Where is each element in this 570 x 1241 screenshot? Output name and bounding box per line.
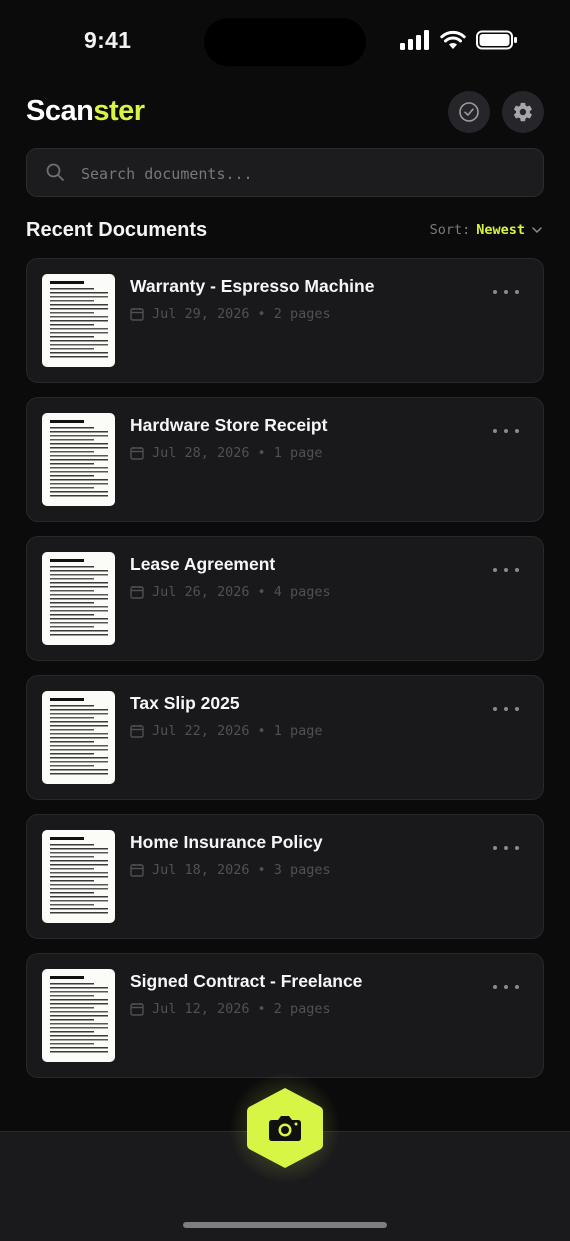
logo-part-2: ster [93, 95, 145, 127]
document-card[interactable]: Signed Contract - Freelance Jul 12, 2026… [26, 953, 544, 1078]
document-thumbnail [42, 691, 115, 784]
document-thumbnail [42, 552, 115, 645]
document-title: Home Insurance Policy [130, 832, 323, 852]
document-title: Signed Contract - Freelance [130, 971, 363, 991]
document-card[interactable]: Lease Agreement Jul 26, 2026 • 4 pages [26, 536, 544, 661]
document-pages: 3 pages [273, 862, 331, 878]
sort-label: Sort: [429, 222, 471, 238]
search-bar[interactable] [26, 148, 544, 198]
cellular-signal-icon [400, 30, 429, 50]
document-pages: 4 pages [273, 584, 331, 600]
document-date: Jul 12, 2026 [152, 1001, 250, 1017]
meta-separator: • [257, 723, 266, 739]
document-thumbnail [42, 969, 115, 1062]
more-options-button[interactable] [493, 980, 519, 994]
document-card[interactable]: Tax Slip 2025 Jul 22, 2026 • 1 page [26, 675, 544, 800]
home-indicator [183, 1222, 387, 1228]
document-date: Jul 29, 2026 [152, 306, 250, 322]
dynamic-island [204, 18, 366, 66]
more-options-button[interactable] [493, 841, 519, 855]
more-options-button[interactable] [493, 285, 519, 299]
section-title: Recent Documents [26, 219, 208, 241]
document-pages: 1 page [273, 445, 323, 461]
search-input[interactable] [79, 149, 523, 198]
document-meta: Jul 26, 2026 • 4 pages [130, 584, 331, 600]
search-icon [46, 163, 64, 181]
calendar-icon [130, 725, 144, 738]
more-horizontal-icon [493, 429, 497, 433]
logo-part-1: Scan [26, 95, 94, 127]
sort-dropdown[interactable]: Sort: Newest [430, 222, 543, 238]
document-meta: Jul 29, 2026 • 2 pages [130, 306, 331, 322]
document-pages: 1 page [273, 723, 323, 739]
more-horizontal-icon [493, 846, 497, 850]
check-circle-icon [459, 102, 479, 122]
settings-button[interactable] [502, 91, 544, 133]
gear-icon [513, 102, 532, 122]
more-options-button[interactable] [493, 424, 519, 438]
document-meta: Jul 28, 2026 • 1 page [130, 445, 322, 461]
document-meta: Jul 22, 2026 • 1 page [130, 723, 322, 739]
document-title: Tax Slip 2025 [130, 693, 240, 713]
document-card[interactable]: Warranty - Espresso Machine Jul 29, 2026… [26, 258, 544, 383]
document-thumbnail [42, 830, 115, 923]
calendar-icon [130, 586, 144, 599]
document-list: Warranty - Espresso Machine Jul 29, 2026… [26, 258, 544, 1092]
document-date: Jul 26, 2026 [152, 584, 250, 600]
calendar-icon [130, 447, 144, 460]
document-card[interactable]: Hardware Store Receipt Jul 28, 2026 • 1 … [26, 397, 544, 522]
document-meta: Jul 18, 2026 • 3 pages [130, 862, 331, 878]
meta-separator: • [257, 445, 266, 461]
battery-icon [476, 30, 517, 50]
more-horizontal-icon [493, 568, 497, 572]
calendar-icon [130, 864, 144, 877]
more-options-button[interactable] [493, 563, 519, 577]
status-icons [400, 30, 518, 50]
wifi-icon [440, 30, 466, 49]
meta-separator: • [257, 584, 266, 600]
meta-separator: • [257, 306, 266, 322]
document-date: Jul 22, 2026 [152, 723, 250, 739]
document-meta: Jul 12, 2026 • 2 pages [130, 1001, 331, 1017]
document-card[interactable]: Home Insurance Policy Jul 18, 2026 • 3 p… [26, 814, 544, 939]
more-horizontal-icon [493, 985, 497, 989]
document-pages: 2 pages [273, 306, 331, 322]
sort-value: Newest [476, 222, 525, 238]
document-thumbnail [42, 413, 115, 506]
calendar-icon [130, 308, 144, 321]
more-options-button[interactable] [493, 702, 519, 716]
status-time: 9:41 [84, 27, 132, 53]
meta-separator: • [257, 1001, 266, 1017]
document-date: Jul 28, 2026 [152, 445, 250, 461]
meta-separator: • [257, 862, 266, 878]
document-date: Jul 18, 2026 [152, 862, 250, 878]
document-pages: 2 pages [273, 1001, 331, 1017]
more-horizontal-icon [493, 290, 497, 294]
chevron-down-icon [532, 227, 542, 233]
more-horizontal-icon [493, 707, 497, 711]
document-title: Warranty - Espresso Machine [130, 276, 375, 296]
document-title: Hardware Store Receipt [130, 415, 328, 435]
document-thumbnail [42, 274, 115, 367]
select-button[interactable] [448, 91, 490, 133]
calendar-icon [130, 1003, 144, 1016]
app-header: Scanster [26, 90, 544, 134]
scan-camera-button[interactable] [230, 1071, 340, 1185]
status-bar: 9:41 [0, 0, 570, 84]
camera-icon [269, 1116, 301, 1141]
document-title: Lease Agreement [130, 554, 276, 574]
app-logo: Scanster [26, 95, 145, 128]
